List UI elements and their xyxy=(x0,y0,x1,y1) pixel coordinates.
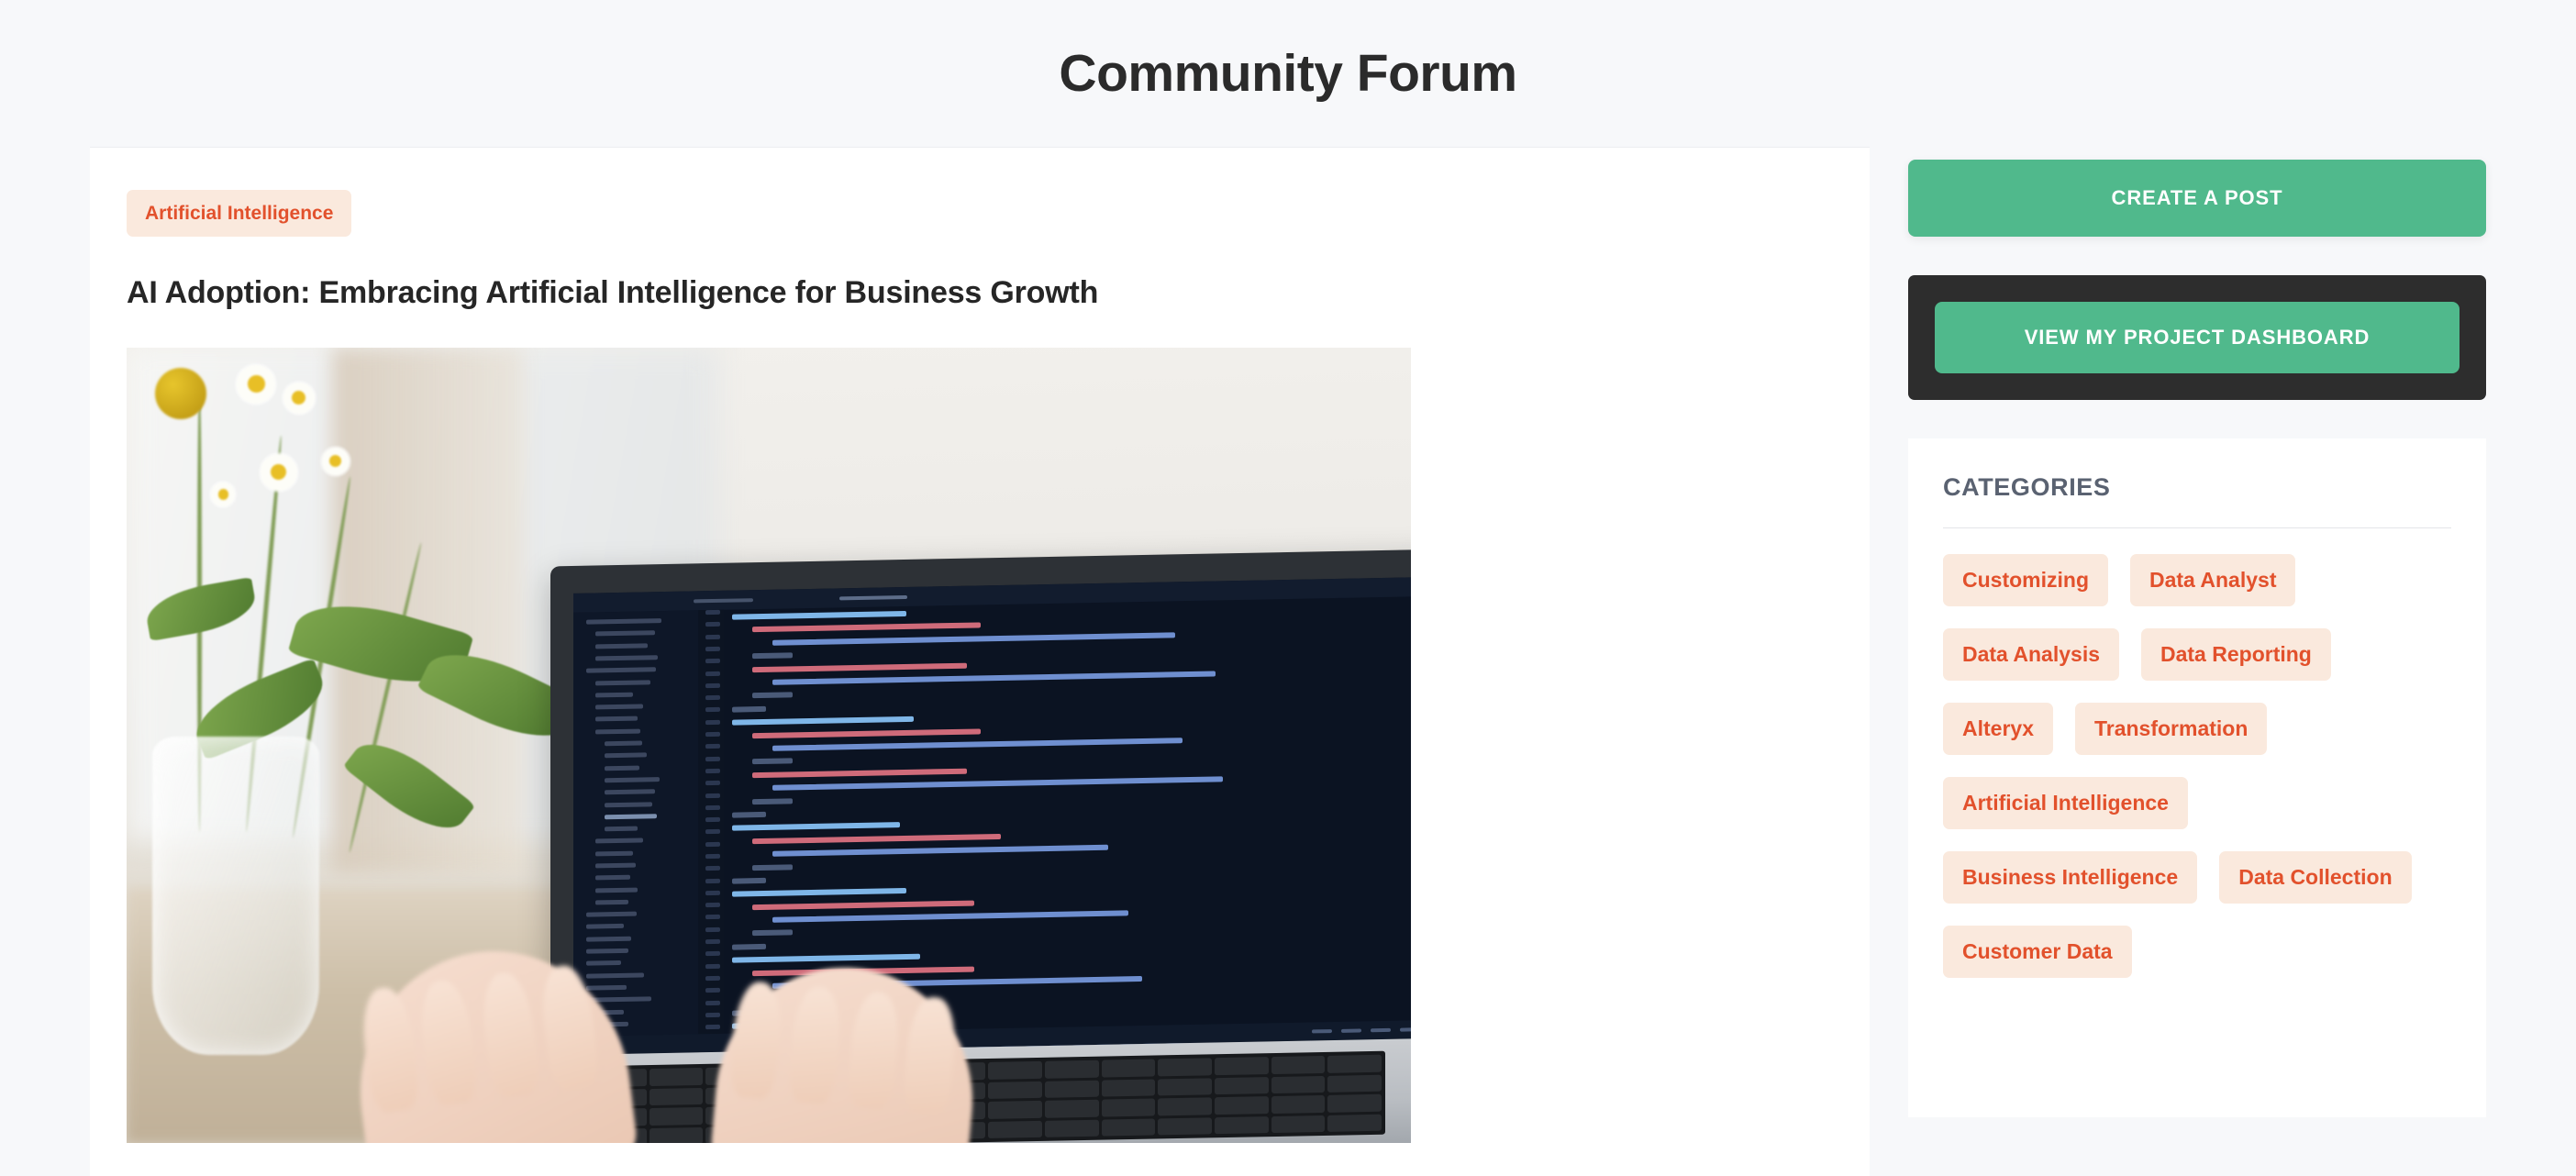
post-title[interactable]: AI Adoption: Embracing Artificial Intell… xyxy=(127,273,1833,313)
sidebar: CREATE A POST VIEW MY PROJECT DASHBOARD … xyxy=(1908,147,2486,1117)
view-project-dashboard-button[interactable]: VIEW MY PROJECT DASHBOARD xyxy=(1935,302,2459,373)
photo-yellow-bud xyxy=(154,368,206,420)
photo-laptop xyxy=(550,549,1411,1076)
page-layout: Artificial Intelligence AI Adoption: Emb… xyxy=(0,147,2576,1176)
photo-laptop-screen xyxy=(573,577,1411,1055)
category-chip[interactable]: Data Collection xyxy=(2219,851,2412,904)
post-category-tag[interactable]: Artificial Intelligence xyxy=(127,190,352,237)
categories-card: CATEGORIES Customizing Data Analyst Data… xyxy=(1908,438,2486,1117)
category-chip[interactable]: Transformation xyxy=(2074,703,2268,755)
photo-laptop-keyboard xyxy=(589,1051,1385,1143)
category-chip[interactable]: Alteryx xyxy=(1943,703,2053,755)
category-chip[interactable]: Customer Data xyxy=(1943,926,2132,978)
page-title: Community Forum xyxy=(1059,43,1517,103)
category-chip[interactable]: Data Reporting xyxy=(2141,628,2331,681)
category-chip[interactable]: Data Analyst xyxy=(2130,554,2296,606)
photo-daisy xyxy=(260,453,297,491)
categories-divider xyxy=(1943,527,2451,528)
create-post-button[interactable]: CREATE A POST xyxy=(1908,160,2486,237)
page-header: Community Forum xyxy=(0,0,2576,147)
categories-heading: CATEGORIES xyxy=(1943,473,2111,501)
category-chip[interactable]: Customizing xyxy=(1943,554,2108,606)
categories-list: Customizing Data Analyst Data Analysis D… xyxy=(1943,554,2451,978)
post-hero-image xyxy=(127,347,1411,1143)
photo-editor-code xyxy=(732,602,1404,1055)
post-card[interactable]: Artificial Intelligence AI Adoption: Emb… xyxy=(90,147,1870,1176)
dashboard-panel: VIEW MY PROJECT DASHBOARD xyxy=(1908,275,2486,400)
category-chip[interactable]: Artificial Intelligence xyxy=(1943,777,2188,829)
category-chip[interactable]: Business Intelligence xyxy=(1943,851,2198,904)
photo-editor-line-numbers xyxy=(697,610,724,1042)
photo-daisy xyxy=(283,382,315,414)
photo-daisy xyxy=(321,447,350,475)
main-content-column: Artificial Intelligence AI Adoption: Emb… xyxy=(90,147,1870,1176)
category-chip[interactable]: Data Analysis xyxy=(1943,628,2119,681)
photo-daisy xyxy=(237,364,276,404)
photo-editor-filetree xyxy=(573,610,698,1037)
photo-glass-vase xyxy=(152,737,319,1056)
